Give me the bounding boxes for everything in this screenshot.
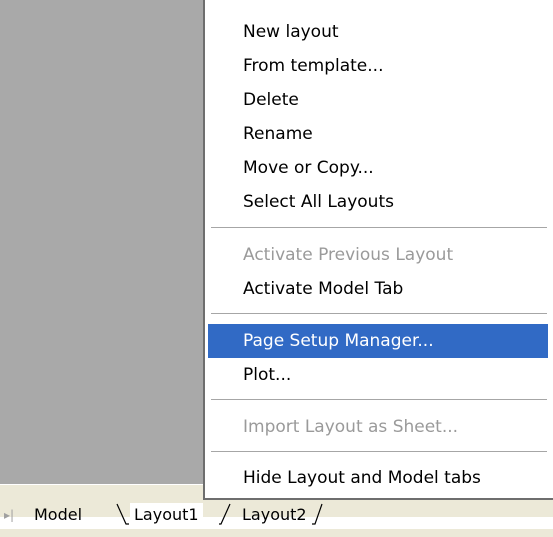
menu-separator xyxy=(211,313,547,315)
menu-item-label: New layout xyxy=(243,22,339,42)
menu-item-label: Rename xyxy=(243,124,313,144)
menu-item-label: Activate Model Tab xyxy=(243,279,404,299)
layout-context-menu: New layout From template... Delete Renam… xyxy=(203,0,553,500)
menu-item-plot[interactable]: Plot... xyxy=(208,358,548,392)
tab-separator xyxy=(219,503,231,525)
menu-item-activate-model-tab[interactable]: Activate Model Tab xyxy=(208,272,548,306)
tab-layout2-label: Layout2 xyxy=(242,505,307,524)
menu-item-label: Page Setup Manager... xyxy=(243,331,434,351)
menu-item-from-template[interactable]: From template... xyxy=(208,49,548,83)
menu-item-label: Activate Previous Layout xyxy=(243,245,454,265)
menu-separator xyxy=(211,399,547,401)
drawing-canvas[interactable] xyxy=(0,0,203,486)
menu-item-label: Select All Layouts xyxy=(243,192,394,212)
menu-item-move-or-copy[interactable]: Move or Copy... xyxy=(208,151,548,185)
menu-item-label: Delete xyxy=(243,90,299,110)
menu-item-delete[interactable]: Delete xyxy=(208,83,548,117)
tab-scroll-right-icon[interactable]: ▸| xyxy=(4,504,14,526)
tab-layout1-label: Layout1 xyxy=(134,505,199,524)
menu-item-import-layout-as-sheet: Import Layout as Sheet... xyxy=(208,410,548,444)
menu-item-new-layout[interactable]: New layout xyxy=(208,15,548,49)
tab-layout1[interactable]: Layout1 xyxy=(130,503,203,527)
tab-separator xyxy=(312,503,323,525)
tab-separator xyxy=(116,503,129,525)
menu-item-hide-layout-and-model-tabs[interactable]: Hide Layout and Model tabs xyxy=(208,461,548,495)
menu-separator xyxy=(211,451,547,453)
tab-model[interactable]: Model xyxy=(24,503,92,527)
status-strip xyxy=(0,528,553,537)
menu-item-label: Move or Copy... xyxy=(243,158,374,178)
menu-separator xyxy=(211,227,547,229)
menu-item-page-setup-manager[interactable]: Page Setup Manager... xyxy=(208,324,548,358)
menu-item-label: Hide Layout and Model tabs xyxy=(243,468,481,488)
menu-item-label: From template... xyxy=(243,56,384,76)
autocad-screen: ▸| Model Layout1 Layout2 New layout From… xyxy=(0,0,553,537)
menu-item-select-all-layouts[interactable]: Select All Layouts xyxy=(208,185,548,219)
menu-item-activate-previous-layout: Activate Previous Layout xyxy=(208,238,548,272)
menu-item-rename[interactable]: Rename xyxy=(208,117,548,151)
tab-model-label: Model xyxy=(34,505,83,524)
tab-layout2[interactable]: Layout2 xyxy=(232,503,317,527)
menu-item-label: Import Layout as Sheet... xyxy=(243,417,459,437)
menu-item-label: Plot... xyxy=(243,365,292,385)
